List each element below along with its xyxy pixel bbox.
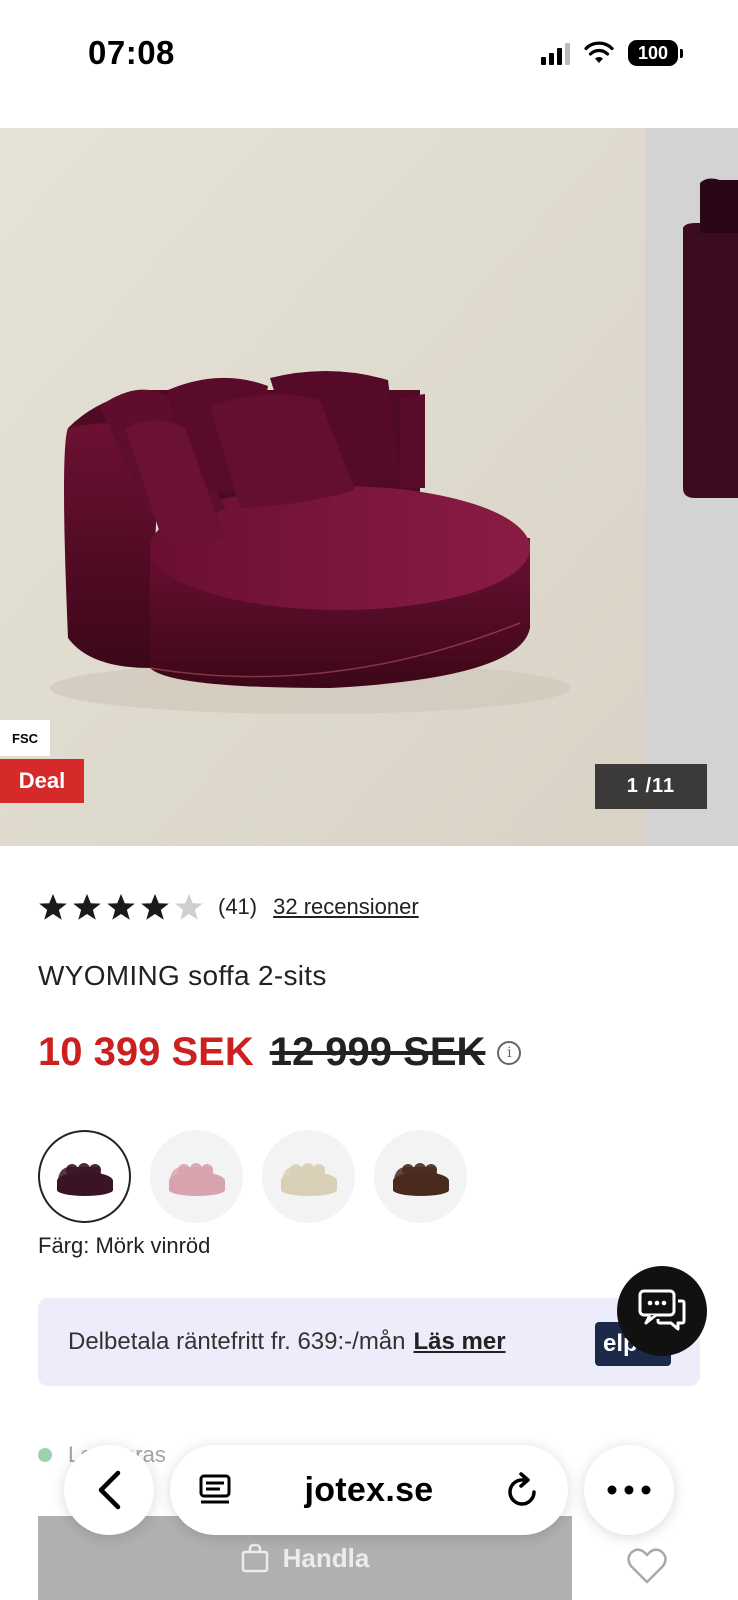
reader-icon[interactable] (198, 1473, 232, 1507)
color-swatches (38, 1130, 467, 1223)
bag-icon (241, 1543, 268, 1573)
url-text: jotex.se (304, 1470, 434, 1509)
color-swatch-1[interactable] (38, 1130, 131, 1223)
read-more-link[interactable]: Läs mer (414, 1328, 506, 1356)
product-gallery[interactable]: FSC Deal 1 /11 (0, 128, 738, 846)
financing-text: Delbetala räntefritt fr. 639:-/mån (68, 1328, 406, 1355)
chevron-left-icon (98, 1470, 121, 1510)
star-filled-icon (107, 893, 135, 920)
reviews-link[interactable]: 32 recensioner (273, 894, 419, 920)
next-product-image[interactable] (645, 128, 738, 846)
original-price: 12 999 SEK (269, 1030, 486, 1074)
rating-stars (38, 892, 204, 922)
buy-label: Handla (282, 1542, 370, 1573)
reload-icon[interactable] (506, 1472, 540, 1508)
product-title: WYOMING soffa 2-sits (38, 960, 327, 991)
star-filled-icon (73, 893, 101, 920)
price-info-icon[interactable]: i (497, 1040, 522, 1065)
heart-icon[interactable] (626, 1546, 668, 1586)
price-row: 10 399 SEK 12 999 SEK i (38, 1030, 522, 1075)
chat-button[interactable] (617, 1266, 707, 1356)
status-time: 07:08 (88, 34, 175, 71)
browser-toolbar: jotex.se (0, 1440, 738, 1540)
wifi-icon (584, 41, 614, 63)
sale-price: 10 399 SEK (38, 1030, 254, 1074)
status-icons: 100 (541, 40, 683, 66)
sofa-thumbnail-icon (392, 1162, 449, 1196)
sofa-thumbnail-icon (168, 1162, 225, 1196)
sofa-image (0, 128, 645, 846)
image-counter: 1 /11 (595, 764, 707, 809)
financing-banner: Delbetala räntefritt fr. 639:-/mån Läs m… (38, 1298, 700, 1386)
back-button[interactable] (64, 1445, 154, 1535)
signal-icon (541, 41, 570, 65)
address-bar[interactable]: jotex.se (170, 1445, 568, 1535)
battery-indicator: 100 (628, 40, 683, 66)
sofa-thumbnail-icon (56, 1162, 113, 1196)
more-icon (607, 1485, 651, 1495)
color-swatch-4[interactable] (374, 1130, 467, 1223)
more-button[interactable] (584, 1445, 674, 1535)
deal-badge: Deal (0, 759, 84, 803)
sofa-thumbnail-icon (280, 1162, 337, 1196)
star-filled-icon (141, 893, 169, 920)
chat-icon (638, 1289, 686, 1331)
color-swatch-3[interactable] (262, 1130, 355, 1223)
rating-count: (41) (218, 894, 258, 919)
fsc-badge: FSC (0, 720, 50, 756)
status-bar: 07:08 100 (0, 0, 738, 128)
color-swatch-2[interactable] (150, 1130, 243, 1223)
color-label: Färg: Mörk vinröd (38, 1233, 211, 1258)
star-empty-icon (175, 893, 203, 920)
star-filled-icon (39, 893, 67, 920)
product-image[interactable] (0, 128, 645, 846)
rating-row: (41) 32 recensioner (38, 892, 419, 922)
next-image-preview (645, 128, 738, 846)
